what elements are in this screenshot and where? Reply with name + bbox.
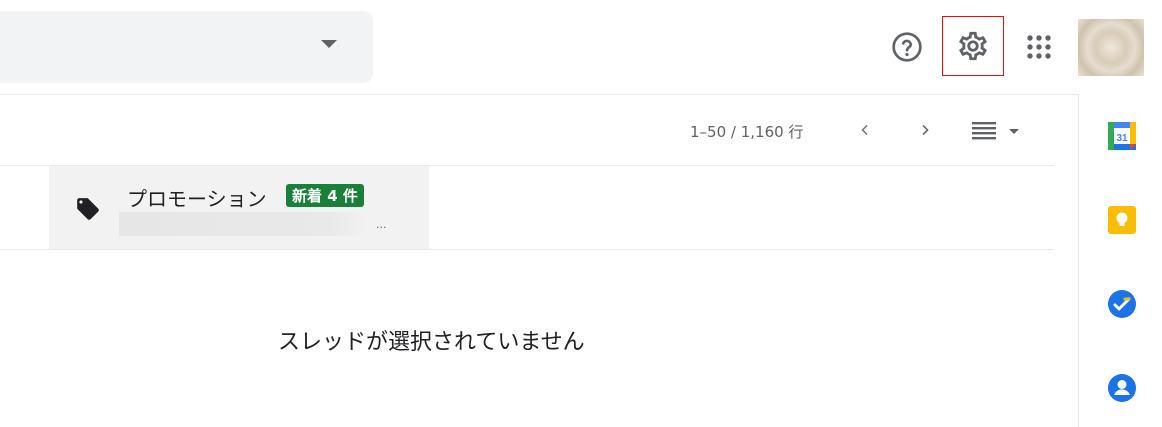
snippet-ellipsis: ...: [376, 218, 387, 231]
chevron-down-icon: [1009, 129, 1019, 134]
tasks-app-button[interactable]: [1106, 288, 1138, 320]
header-divider: [0, 94, 1078, 95]
side-panel-divider: [1078, 94, 1079, 427]
calendar-day-label: 31: [1116, 133, 1128, 144]
display-density-button[interactable]: [970, 118, 1026, 144]
search-box[interactable]: [0, 11, 373, 83]
density-lines-icon: [972, 122, 996, 140]
contacts-app-button[interactable]: [1106, 372, 1138, 404]
no-thread-selected-message: スレッドが選択されていません: [278, 330, 585, 355]
newer-button[interactable]: [853, 118, 877, 142]
keep-app-button[interactable]: [1106, 204, 1138, 236]
new-count-badge: 新着 4 件: [286, 184, 364, 207]
apps-grid-icon: [1027, 35, 1051, 59]
chevron-left-icon: [861, 124, 868, 136]
older-button[interactable]: [913, 118, 937, 142]
help-circle-icon: [892, 32, 922, 62]
row-divider: [0, 249, 1054, 250]
tag-icon: [77, 198, 99, 220]
gear-icon: [959, 31, 987, 61]
calendar-icon: 31: [1108, 122, 1136, 150]
help-button[interactable]: [887, 27, 927, 67]
promotions-category-row[interactable]: プロモーション 新着 4 件 ...: [49, 166, 429, 249]
contacts-icon: [1108, 374, 1136, 402]
tasks-icon: [1108, 290, 1136, 318]
search-options-dropdown-icon[interactable]: [321, 40, 337, 48]
account-avatar[interactable]: [1078, 19, 1144, 76]
calendar-app-button[interactable]: 31: [1106, 120, 1138, 152]
google-apps-button[interactable]: [1018, 26, 1060, 68]
promotions-title: プロモーション: [127, 187, 267, 211]
promotions-snippet: [119, 212, 367, 236]
settings-button[interactable]: [942, 16, 1004, 76]
pagination-range: 1–50 / 1,160 行: [690, 123, 804, 141]
gmail-window: 1–50 / 1,160 行 プロモーション 新着 4 件 ... スレッドが選…: [0, 0, 1162, 427]
keep-icon: [1108, 206, 1136, 234]
chevron-right-icon: [922, 124, 929, 136]
